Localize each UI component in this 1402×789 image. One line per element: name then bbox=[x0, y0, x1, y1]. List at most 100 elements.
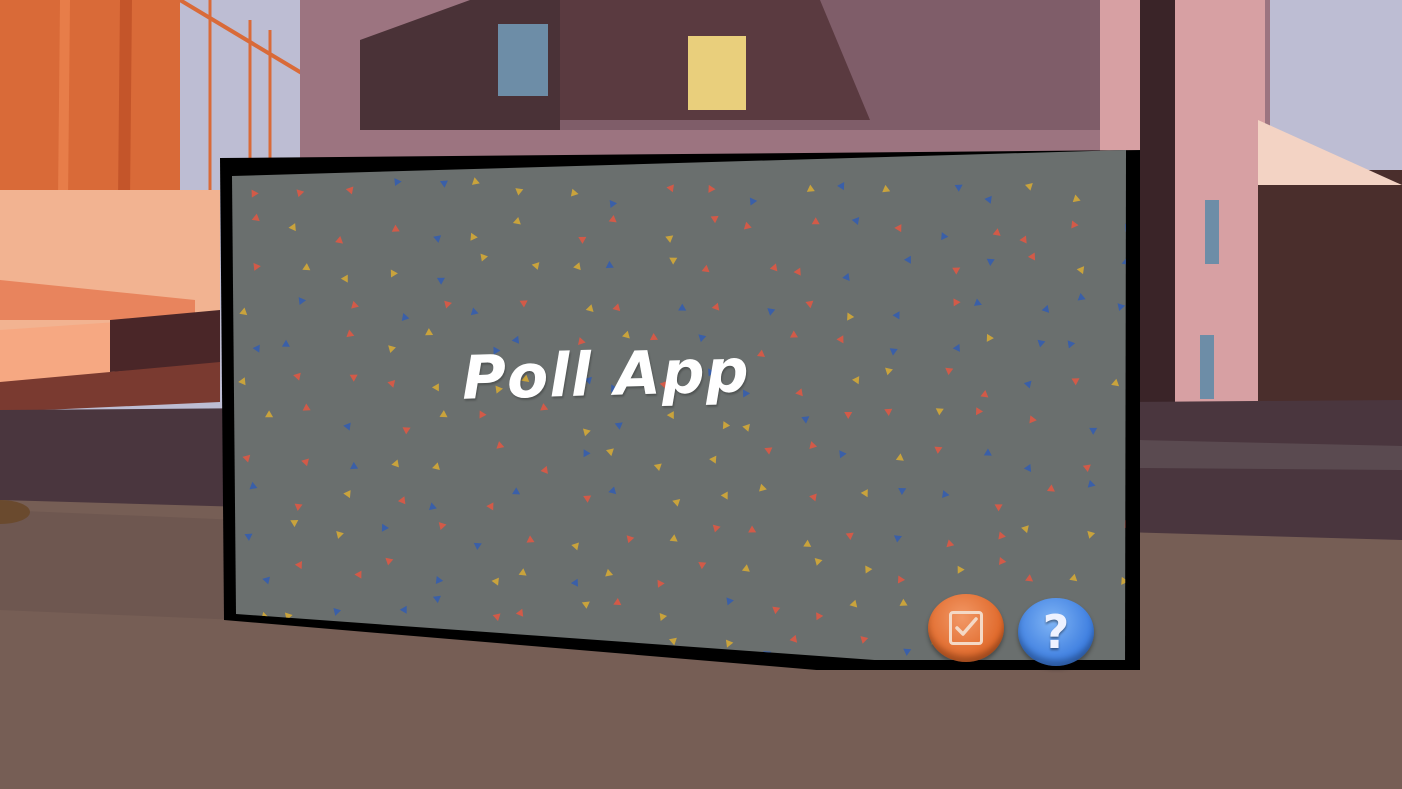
confetti-piece bbox=[242, 454, 251, 463]
help-button[interactable]: ? bbox=[1018, 598, 1094, 666]
confetti-piece bbox=[659, 613, 668, 622]
confetti-piece bbox=[903, 255, 911, 264]
confetti-piece bbox=[518, 568, 527, 576]
confetti-piece bbox=[711, 302, 720, 311]
confetti-piece bbox=[1087, 479, 1096, 488]
confetti-piece bbox=[952, 343, 960, 352]
confetti-piece bbox=[570, 188, 579, 197]
confetti-piece bbox=[845, 532, 854, 540]
confetti-piece bbox=[865, 565, 873, 574]
confetti-piece bbox=[1072, 194, 1081, 203]
confetti-piece bbox=[980, 390, 989, 398]
confetti-piece bbox=[946, 539, 955, 548]
confetti-piece bbox=[335, 236, 344, 244]
confetti-piece bbox=[351, 300, 359, 309]
confetti-piece bbox=[712, 524, 721, 533]
confetti-piece bbox=[952, 267, 961, 275]
confetti-piece bbox=[1071, 220, 1079, 229]
confetti-piece bbox=[742, 423, 750, 432]
confetti-piece bbox=[294, 561, 303, 570]
confetti-piece bbox=[1117, 303, 1126, 312]
confetti-piece bbox=[725, 639, 734, 648]
confetti-piece bbox=[769, 263, 778, 272]
confetti-piece bbox=[614, 422, 623, 430]
confetti-piece bbox=[345, 186, 354, 195]
confetti-piece bbox=[605, 448, 614, 457]
confetti-piece bbox=[302, 263, 311, 271]
confetti-piece bbox=[998, 557, 1007, 566]
confetti-piece bbox=[385, 557, 394, 566]
confetti-piece bbox=[262, 576, 271, 585]
confetti-piece bbox=[994, 504, 1003, 512]
confetti-piece bbox=[608, 214, 617, 223]
confetti-piece bbox=[942, 490, 950, 499]
confetti-piece bbox=[852, 376, 860, 385]
confetti-piece bbox=[860, 489, 868, 498]
confetti-piece bbox=[301, 458, 309, 467]
confetti-piece bbox=[581, 601, 590, 609]
confetti-piece bbox=[354, 570, 362, 579]
confetti-piece bbox=[435, 576, 444, 585]
confetti-piece bbox=[892, 311, 900, 320]
confetti-piece bbox=[515, 608, 524, 617]
confetti-piece bbox=[809, 493, 817, 502]
confetti-piece bbox=[294, 503, 303, 511]
confetti-piece bbox=[992, 228, 1001, 236]
confetti-piece bbox=[801, 416, 810, 424]
confetti-piece bbox=[756, 349, 765, 358]
confetti-piece bbox=[473, 542, 482, 551]
confetti-piece bbox=[803, 539, 812, 547]
confetti-piece bbox=[519, 300, 528, 308]
confetti-piece bbox=[613, 597, 622, 606]
confetti-piece bbox=[698, 562, 707, 570]
confetti-piece bbox=[1023, 380, 1032, 389]
confetti-piece bbox=[1023, 463, 1032, 472]
confetti-piece bbox=[1076, 266, 1085, 275]
confetti-piece bbox=[433, 235, 442, 243]
confetti-piece bbox=[251, 213, 260, 222]
confetti-piece bbox=[789, 330, 799, 338]
confetti-piece bbox=[1025, 574, 1034, 582]
confetti-piece bbox=[708, 184, 716, 193]
confetti-piece bbox=[486, 502, 494, 511]
confetti-piece bbox=[343, 490, 351, 499]
confetti-piece bbox=[390, 269, 398, 278]
confetti-piece bbox=[1087, 530, 1096, 539]
poll-app-screen: Poll App ? bbox=[232, 150, 1126, 666]
confetti-piece bbox=[759, 483, 767, 492]
confetti-piece bbox=[898, 487, 907, 496]
app-title: Poll App bbox=[461, 336, 751, 414]
confetti-piece bbox=[893, 535, 902, 543]
confetti-piece bbox=[1024, 182, 1033, 191]
poll-button[interactable] bbox=[928, 594, 1004, 662]
confetti-piece bbox=[583, 449, 591, 458]
confetti-piece bbox=[399, 605, 407, 614]
confetti-piece bbox=[789, 634, 798, 643]
confetti-piece bbox=[397, 496, 406, 505]
confetti-piece bbox=[1027, 252, 1036, 261]
confetti-piece bbox=[665, 235, 674, 243]
confetti-piece bbox=[1046, 484, 1055, 492]
confetti-piece bbox=[425, 328, 434, 336]
confetti-piece bbox=[984, 195, 992, 204]
confetti-piece bbox=[394, 178, 402, 187]
confetti-piece bbox=[605, 568, 614, 577]
confetti-piece bbox=[480, 253, 488, 262]
confetti-piece bbox=[343, 422, 351, 431]
confetti-piece bbox=[429, 502, 437, 511]
confetti-piece bbox=[941, 232, 949, 241]
confetti-piece bbox=[387, 379, 396, 388]
confetti-piece bbox=[431, 383, 439, 392]
confetti-piece bbox=[239, 307, 248, 316]
confetti-piece bbox=[333, 607, 342, 616]
confetti-piece bbox=[1069, 573, 1078, 582]
confetti-piece bbox=[336, 531, 344, 539]
confetti-piece bbox=[882, 184, 891, 193]
confetti-piece bbox=[764, 447, 773, 455]
confetti-piece bbox=[290, 519, 299, 528]
confetti-piece bbox=[678, 303, 687, 311]
confetti-piece bbox=[302, 403, 311, 411]
confetti-piece bbox=[296, 189, 305, 198]
confetti-piece bbox=[672, 499, 681, 507]
confetti-piece bbox=[578, 236, 587, 244]
